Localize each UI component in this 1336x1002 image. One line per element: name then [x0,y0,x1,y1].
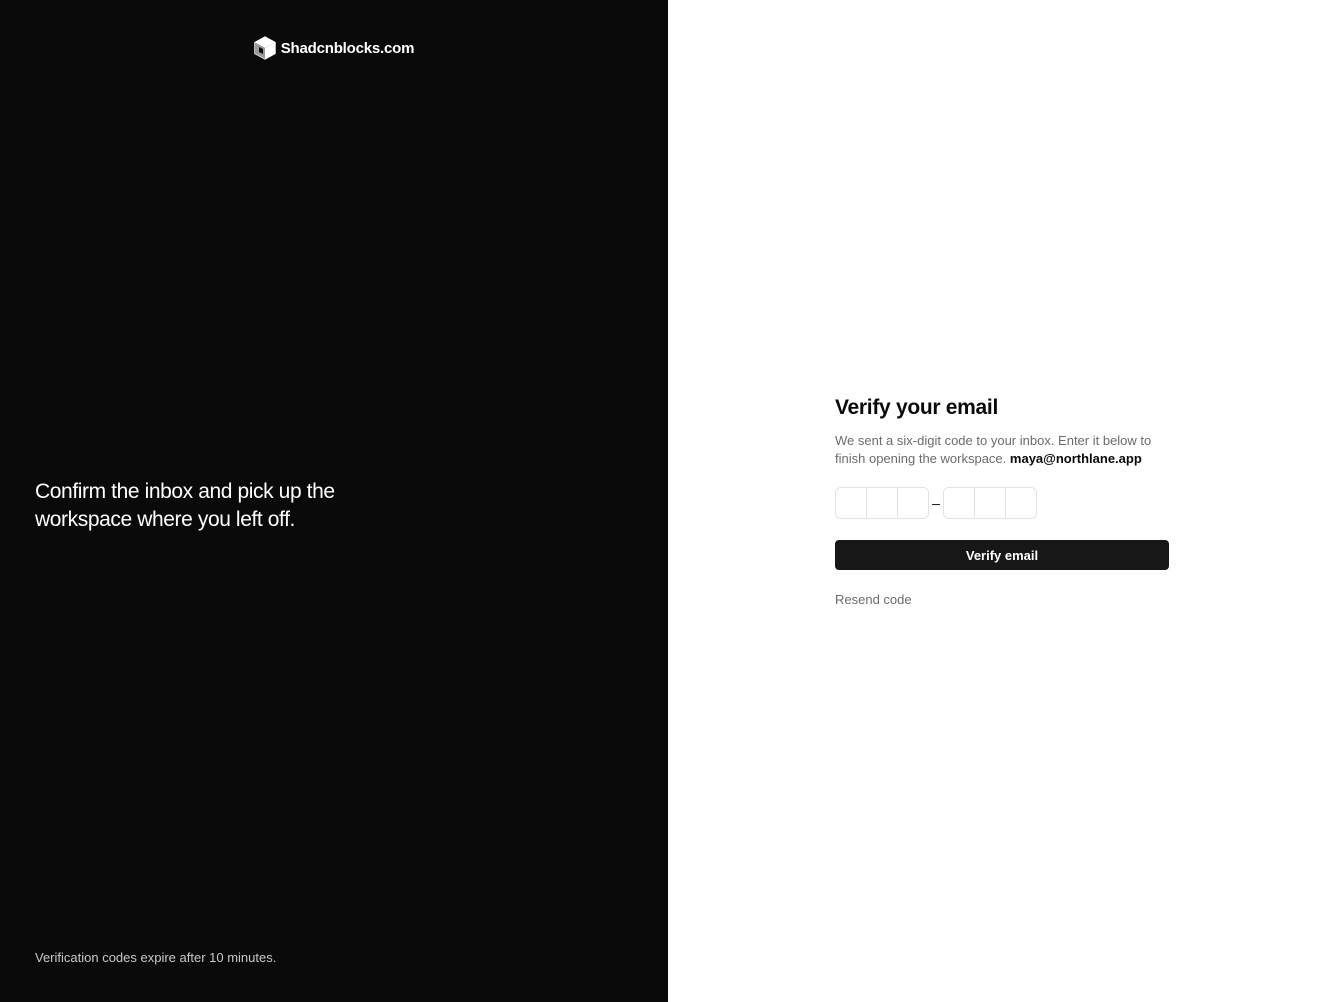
otp-slot-2[interactable] [866,488,897,518]
verify-email-button[interactable]: Verify email [835,540,1169,570]
brand-panel: Shadcnblocks.com Confirm the inbox and p… [0,0,668,1002]
brand-name: Shadcnblocks.com [280,39,415,57]
otp-slot-3[interactable] [897,488,928,518]
otp-slot-1[interactable] [836,488,866,518]
shadcnblocks-logo-icon [254,36,276,60]
otp-separator: – [932,495,940,511]
otp-group-second [943,487,1037,519]
verify-email-form: Verify your email We sent a six-digit co… [835,394,1169,609]
otp-slot-6[interactable] [1005,488,1036,518]
verify-description: We sent a six-digit code to your inbox. … [835,432,1169,467]
verify-panel: Verify your email We sent a six-digit co… [668,0,1336,1002]
otp-slot-4[interactable] [944,488,974,518]
verify-email-page: Shadcnblocks.com Confirm the inbox and p… [0,0,1336,1002]
email-address: maya@northlane.app [1009,450,1142,466]
otp-slot-5[interactable] [974,488,1005,518]
page-title: Verify your email [835,396,998,419]
code-expiry-note: Verification codes expire after 10 minut… [35,950,277,965]
otp-input: – [835,487,1169,519]
resend-code-link[interactable]: Resend code [835,592,912,607]
tagline: Confirm the inbox and pick up the worksp… [35,480,335,531]
brand-header[interactable]: Shadcnblocks.com [0,36,668,60]
otp-group-first [835,487,929,519]
